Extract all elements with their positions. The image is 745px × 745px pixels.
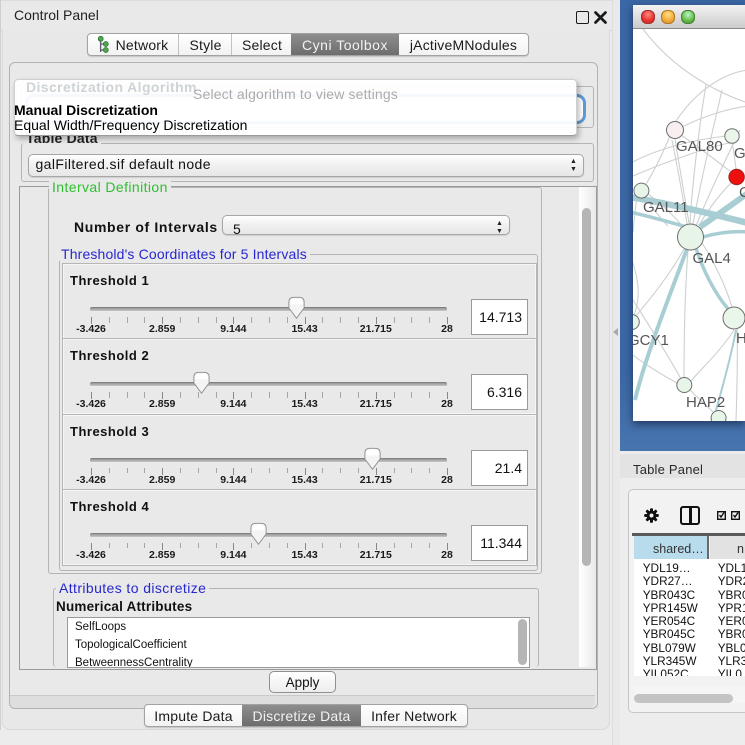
svg-text:GAL4: GAL4 xyxy=(693,250,731,267)
svg-text:HAP2: HAP2 xyxy=(686,394,725,411)
svg-text:G: G xyxy=(734,145,745,162)
svg-text:GAL11: GAL11 xyxy=(643,199,689,216)
svg-text:C: C xyxy=(739,184,745,201)
svg-text:GCY1: GCY1 xyxy=(633,332,669,349)
svg-text:H: H xyxy=(736,330,745,347)
svg-text:GAL80: GAL80 xyxy=(676,138,723,155)
